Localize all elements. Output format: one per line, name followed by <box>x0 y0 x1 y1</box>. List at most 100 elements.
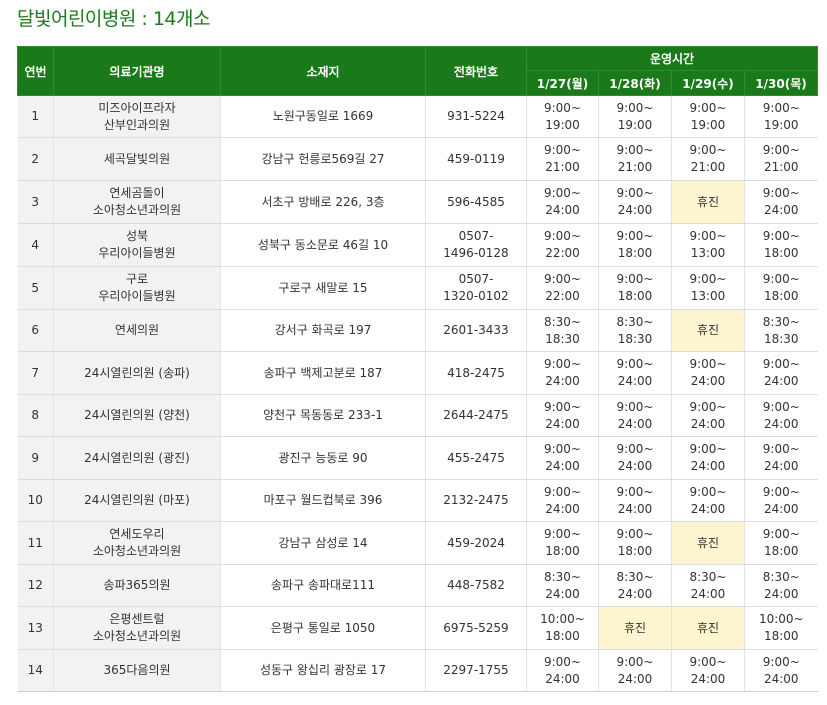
cell-hours: 9:00~ 24:00 <box>671 479 745 522</box>
table-row: 2 세곡달빛의원 강남구 헌릉로569길 27 459-0119 9:00~ 21:00… <box>17 137 818 181</box>
table-row: 3 연세곰돌이 소아청소년과의원 서초구 방배로 226, 3층 596-4585 9:… <box>17 180 818 224</box>
cell-hours: 9:00~ 24:00 <box>744 479 818 522</box>
table-row: 10 24시열린의원 (마포) 마포구 월드컵북로 396 2132-2475 9:00… <box>17 479 818 522</box>
table-row: 14 365다음의원 성동구 왕십리 광장로 17 2297-1755 9:00~ 24… <box>17 649 818 692</box>
page-title: 달빛어린이병원 : 14개소 <box>17 8 210 30</box>
cell-no: 11 <box>17 521 54 565</box>
cell-hours: 9:00~ 24:00 <box>744 394 818 437</box>
header-day: 1/29(수) <box>671 70 745 96</box>
table-row: 13 은평센트럴 소아청소년과의원 은평구 통일로 1050 6975-5259 10:… <box>17 606 818 650</box>
cell-hours: 휴진 <box>671 606 745 650</box>
cell-phone: 596-4585 <box>425 180 527 224</box>
cell-hours: 9:00~ 24:00 <box>598 479 672 522</box>
cell-name: 연세의원 <box>53 309 221 352</box>
cell-name: 은평센트럴 소아청소년과의원 <box>53 606 221 650</box>
table-row: 6 연세의원 강서구 화곡로 197 2601-3433 8:30~ 18:30 8:30… <box>17 309 818 352</box>
cell-name: 연세곰돌이 소아청소년과의원 <box>53 180 221 224</box>
cell-no: 2 <box>17 137 54 181</box>
cell-name: 미즈아이프라자 산부인과의원 <box>53 95 221 138</box>
table-row: 12 송파365의원 송파구 송파대로111 448-7582 8:30~ 24:00 8… <box>17 564 818 607</box>
cell-phone: 418-2475 <box>425 351 527 395</box>
cell-hours: 9:00~ 18:00 <box>598 223 672 267</box>
cell-hours: 9:00~ 24:00 <box>526 394 599 437</box>
cell-name: 24시열린의원 (마포) <box>53 479 221 522</box>
cell-hours: 9:00~ 24:00 <box>671 649 745 692</box>
cell-hours: 9:00~ 21:00 <box>526 137 599 181</box>
cell-hours: 9:00~ 24:00 <box>598 394 672 437</box>
cell-no: 5 <box>17 266 54 310</box>
cell-no: 12 <box>17 564 54 607</box>
cell-hours: 9:00~ 24:00 <box>598 436 672 480</box>
cell-hours: 8:30~ 18:30 <box>526 309 599 352</box>
table-row: 1 미즈아이프라자 산부인과의원 노원구동일로 1669 931-5224 9:00~ … <box>17 95 818 138</box>
cell-name: 송파365의원 <box>53 564 221 607</box>
cell-name: 365다음의원 <box>53 649 221 692</box>
table-body: 1 미즈아이프라자 산부인과의원 노원구동일로 1669 931-5224 9:00~ … <box>17 95 818 692</box>
cell-hours: 9:00~ 21:00 <box>598 137 672 181</box>
cell-hours: 9:00~ 22:00 <box>526 266 599 310</box>
cell-no: 6 <box>17 309 54 352</box>
header-name: 의료기관명 <box>53 46 221 96</box>
cell-no: 9 <box>17 436 54 480</box>
cell-hours: 9:00~ 18:00 <box>526 521 599 565</box>
cell-name: 24시열린의원 (양천) <box>53 394 221 437</box>
header-hours: 운영시간 <box>525 46 819 71</box>
cell-no: 10 <box>17 479 54 522</box>
cell-hours: 9:00~ 18:00 <box>744 521 818 565</box>
header-day: 1/28(화) <box>598 70 672 96</box>
header-address: 소재지 <box>220 46 426 96</box>
cell-hours: 9:00~ 24:00 <box>598 180 672 224</box>
cell-hours: 8:30~ 24:00 <box>598 564 672 607</box>
cell-phone: 459-0119 <box>425 137 527 181</box>
cell-hours: 9:00~ 24:00 <box>598 649 672 692</box>
cell-name: 24시열린의원 (광진) <box>53 436 221 480</box>
cell-phone: 455-2475 <box>425 436 527 480</box>
table-row: 11 연세도우리 소아청소년과의원 강남구 삼성로 14 459-2024 9:00~ … <box>17 521 818 565</box>
cell-name: 구로 우리아이들병원 <box>53 266 221 310</box>
cell-phone: 6975-5259 <box>425 606 527 650</box>
cell-hours: 9:00~ 24:00 <box>744 351 818 395</box>
cell-hours: 휴진 <box>671 309 745 352</box>
cell-hours: 9:00~ 18:00 <box>744 223 818 267</box>
cell-hours: 8:30~ 24:00 <box>526 564 599 607</box>
cell-hours: 9:00~ 24:00 <box>671 436 745 480</box>
cell-hours: 10:00~ 18:00 <box>744 606 818 650</box>
cell-hours: 9:00~ 24:00 <box>744 180 818 224</box>
cell-phone: 2132-2475 <box>425 479 527 522</box>
cell-hours: 9:00~ 18:00 <box>744 266 818 310</box>
cell-hours: 9:00~ 19:00 <box>526 95 599 138</box>
cell-hours: 8:30~ 18:30 <box>598 309 672 352</box>
cell-hours: 8:30~ 24:00 <box>744 564 818 607</box>
cell-hours: 9:00~ 18:00 <box>598 266 672 310</box>
cell-hours: 9:00~ 18:00 <box>598 521 672 565</box>
cell-address: 은평구 통일로 1050 <box>220 606 426 650</box>
cell-hours: 9:00~ 24:00 <box>744 649 818 692</box>
cell-address: 구로구 새말로 15 <box>220 266 426 310</box>
cell-address: 양천구 목동동로 233-1 <box>220 394 426 437</box>
cell-name: 세곡달빛의원 <box>53 137 221 181</box>
cell-hours: 9:00~ 21:00 <box>744 137 818 181</box>
cell-no: 4 <box>17 223 54 267</box>
cell-no: 8 <box>17 394 54 437</box>
cell-phone: 2297-1755 <box>425 649 527 692</box>
cell-address: 성동구 왕십리 광장로 17 <box>220 649 426 692</box>
header-phone: 전화번호 <box>425 46 527 96</box>
cell-hours: 9:00~ 22:00 <box>526 223 599 267</box>
cell-phone: 2601-3433 <box>425 309 527 352</box>
cell-name: 24시열린의원 (송파) <box>53 351 221 395</box>
cell-hours: 9:00~ 21:00 <box>671 137 745 181</box>
cell-phone: 2644-2475 <box>425 394 527 437</box>
cell-hours: 9:00~ 24:00 <box>744 436 818 480</box>
cell-hours: 9:00~ 13:00 <box>671 223 745 267</box>
cell-hours: 8:30~ 18:30 <box>744 309 818 352</box>
table-row: 4 성북 우리아이들병원 성북구 동소문로 46길 10 0507- 1496-012… <box>17 223 818 267</box>
cell-hours: 9:00~ 24:00 <box>526 180 599 224</box>
cell-no: 1 <box>17 95 54 138</box>
cell-hours: 9:00~ 19:00 <box>598 95 672 138</box>
cell-name: 연세도우리 소아청소년과의원 <box>53 521 221 565</box>
cell-address: 성북구 동소문로 46길 10 <box>220 223 426 267</box>
cell-address: 송파구 백제고분로 187 <box>220 351 426 395</box>
hospital-table: 연번 의료기관명 소재지 전화번호 운영시간 1/27(월) 1/28(화) 1… <box>17 46 819 692</box>
cell-phone: 0507- 1496-0128 <box>425 223 527 267</box>
cell-hours: 9:00~ 24:00 <box>526 479 599 522</box>
